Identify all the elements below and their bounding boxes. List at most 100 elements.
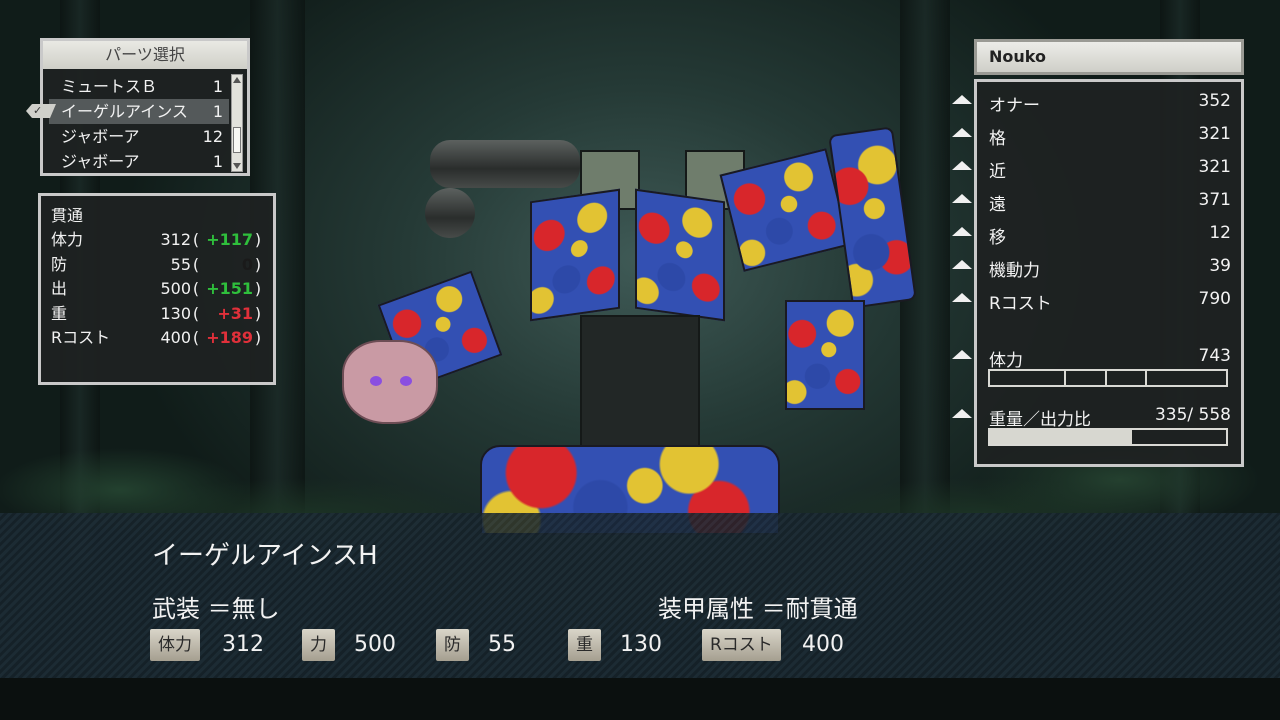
cannon-muzzle [425,188,475,238]
status-label: 遠 [989,195,1006,215]
stat-value: 130 [160,303,191,323]
scroll-up-icon[interactable] [233,77,241,83]
stat-diff: 0 [241,254,253,274]
mech-status-panel: オナー 352 格 321 近 321 遠 371 移 12 機動力 39 Rコ… [974,79,1244,467]
stat-chip-label: 体力 [150,629,200,661]
hp-bar-divider [1145,371,1147,385]
mech-model [330,110,930,535]
stat-diff: +117 [206,230,253,249]
part-count: 1 [212,77,223,96]
paren-open: ( [192,254,200,274]
stat-chip-value: 55 [488,632,516,657]
up-arrow-icon [952,95,972,104]
stat-diff: +31 [217,303,253,323]
right-arm [785,300,865,410]
weight-ratio-value: 335/ 558 [1154,405,1231,425]
hp-bar [988,369,1228,387]
up-arrow-icon [952,128,972,137]
part-name: イーゲルアインス [61,102,188,121]
status-row: 格 321 [989,124,1231,149]
status-row: オナー 352 [989,91,1231,116]
up-arrow-icon [952,227,972,236]
parts-list: ミュートスＢ 1 イーゲルアインス 1 ジャボーア 12 ジャボーア 1 [49,74,229,174]
part-name-title: イーゲルアインスH [152,541,378,571]
waist [580,315,700,455]
stat-value: 55 [170,254,191,274]
parts-scrollbar[interactable] [231,74,243,172]
stat-chip-value: 500 [354,632,396,657]
part-name: ミュートスＢ [61,77,158,96]
hp-bar-divider [1105,371,1107,385]
up-arrow-icon [952,350,972,359]
compare-row: 重 130 ( +31 ) [51,302,263,327]
hp-label: 体力 [989,351,1023,371]
paren-open: ( [192,303,200,323]
stat-chip-value: 312 [222,632,264,657]
part-count: 1 [212,152,223,171]
part-count: 1 [212,102,223,121]
up-arrow-icon [952,260,972,269]
stat-value: 312 [160,230,191,249]
parts-list-item[interactable]: ミュートスＢ 1 [49,74,229,99]
armor-attribute: 装甲属性 ＝耐貫通 [658,595,858,623]
parts-list-item-selected[interactable]: イーゲルアインス 1 [49,99,229,124]
weapon-info: 武装 ＝無し [152,595,280,623]
stat-chip-label: 重 [568,629,601,661]
paren-open: ( [192,230,200,249]
part-name: ジャボーア [61,127,140,146]
hp-value: 743 [1198,346,1231,366]
pilot-name: Nouko [974,39,1244,75]
paren-close: ) [254,230,262,249]
stat-label: 出 [51,279,68,298]
paren-close: ) [254,303,262,323]
status-row: Rコスト 790 [989,289,1231,314]
stat-label: 防 [51,254,68,274]
weight-ratio-fill [990,430,1132,444]
paren-close: ) [254,328,262,347]
weight-ratio-row: 重量／出力比 335/ 558 [989,405,1231,430]
stat-chip-label: 防 [436,629,469,661]
status-value: 12 [1209,223,1231,243]
stat-diff: +151 [206,279,253,298]
compare-row: 出 500 ( +151 ) [51,277,263,302]
status-label: 機動力 [989,261,1040,281]
cat-eye [370,376,382,386]
part-name: ジャボーア [61,152,140,171]
paren-close: ) [254,279,262,298]
scroll-down-icon[interactable] [233,163,241,169]
parts-list-item[interactable]: ジャボーア 1 [49,149,229,174]
stat-chip-value: 400 [802,632,844,657]
stat-label: 体力 [51,230,84,249]
stat-label: 重 [51,303,68,323]
status-value: 790 [1198,289,1231,309]
up-arrow-icon [952,293,972,302]
status-value: 321 [1198,157,1231,177]
part-count: 12 [202,127,223,146]
stat-diff: +189 [206,328,253,347]
stat-value: 500 [160,279,191,298]
hp-row: 体力 743 [989,346,1231,371]
parts-list-item[interactable]: ジャボーア 12 [49,124,229,149]
status-row: 機動力 39 [989,256,1231,281]
cannon-barrel [430,140,580,188]
paren-open: ( [192,279,200,298]
up-arrow-icon [952,161,972,170]
status-label: 移 [989,228,1006,248]
part-info-band: イーゲルアインスH 武装 ＝無し 装甲属性 ＝耐貫通 体力 312 力 500 … [0,513,1280,678]
compare-row: Rコスト 400 ( +189 ) [51,326,263,351]
footer-bar [0,678,1280,720]
status-label: 格 [989,129,1006,149]
weight-ratio-label: 重量／出力比 [989,410,1091,430]
cat-eye [400,376,412,386]
parts-select-panel: パーツ選択 ミュートスＢ 1 イーゲルアインス 1 ジャボーア 12 ジャボーア… [40,38,250,176]
status-row: 近 321 [989,157,1231,182]
stat-value: 400 [160,328,191,347]
status-row: 移 12 [989,223,1231,248]
stat-chip-value: 130 [620,632,662,657]
scroll-thumb[interactable] [233,127,241,153]
paren-close: ) [254,254,262,274]
status-row: 遠 371 [989,190,1231,215]
status-value: 39 [1209,256,1231,276]
stat-chip-label: Rコスト [702,629,781,661]
weight-ratio-bar [988,428,1228,446]
